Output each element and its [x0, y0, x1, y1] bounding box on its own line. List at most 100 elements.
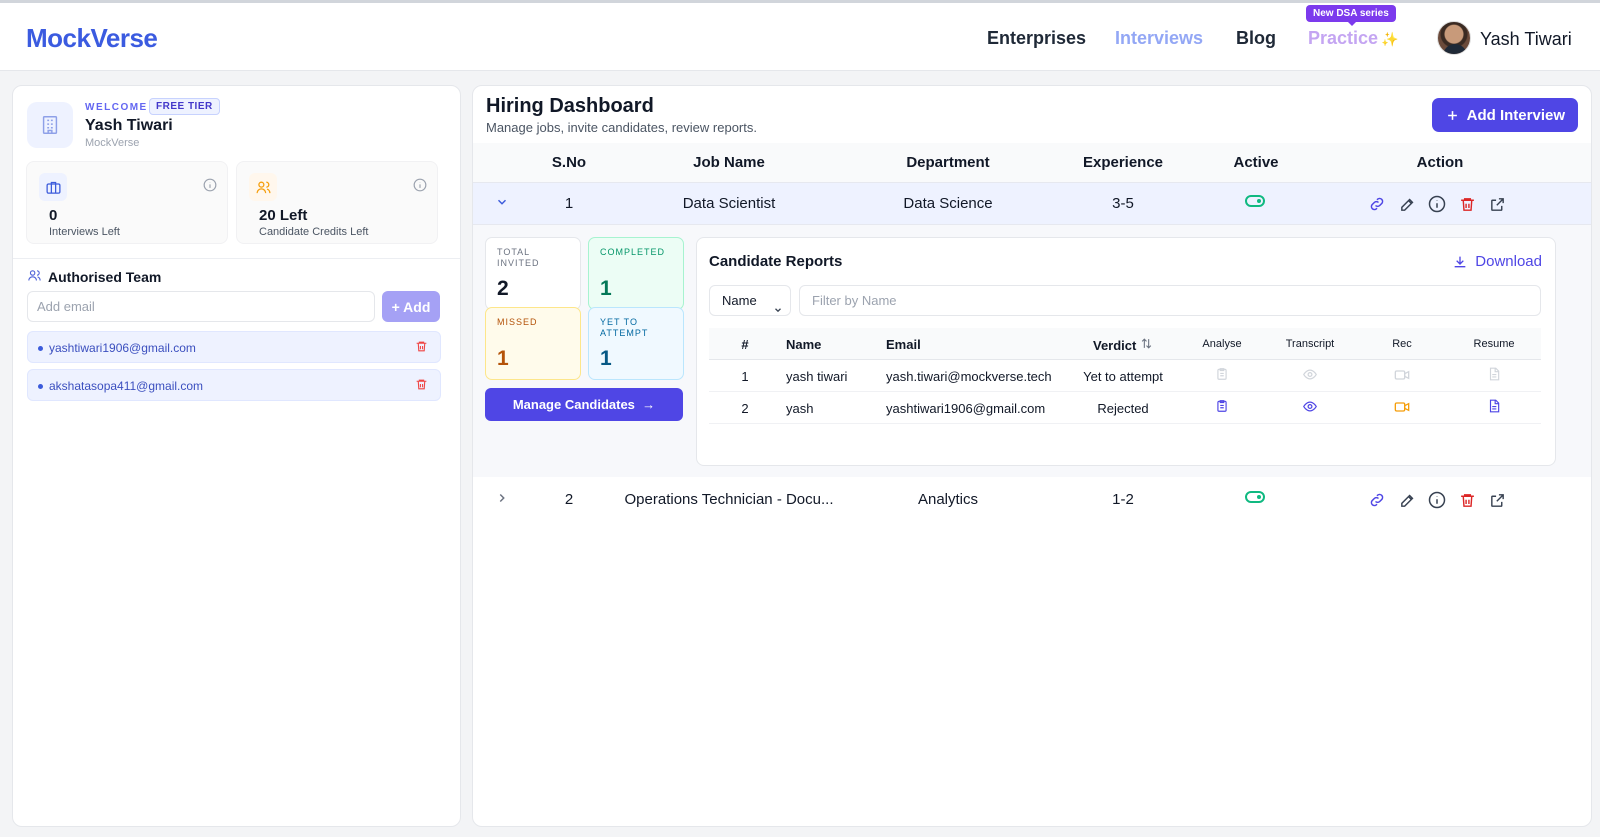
table-row: 1 yash tiwari yash.tiwari@mockverse.tech… — [709, 360, 1541, 392]
job-row[interactable]: 2 Operations Technician - Docu... Analyt… — [473, 479, 1591, 522]
add-member-button[interactable]: + Add — [382, 291, 440, 322]
analyse-icon[interactable] — [1215, 399, 1229, 418]
external-link-icon[interactable] — [1487, 194, 1507, 214]
video-icon — [1394, 367, 1410, 388]
job-actions — [1367, 490, 1507, 510]
new-dsa-series-badge: New DSA series — [1306, 5, 1396, 26]
candidate-credits-card: 20 Left Candidate Credits Left — [236, 161, 438, 244]
authorised-team-heading: Authorised Team — [27, 268, 161, 286]
info-icon[interactable] — [413, 178, 427, 197]
nav-interviews[interactable]: Interviews — [1115, 28, 1203, 49]
candidate-email: yash.tiwari@mockverse.tech — [886, 369, 1052, 384]
download-button[interactable]: Download — [1452, 253, 1542, 270]
resume-icon[interactable] — [1487, 399, 1501, 418]
stat-label: COMPLETED — [600, 247, 666, 257]
verdict-header-label: Verdict — [1093, 338, 1137, 353]
transcript-eye-icon[interactable] — [1303, 399, 1318, 419]
page-subtitle: Manage jobs, invite candidates, review r… — [486, 120, 757, 135]
transcript-eye-icon — [1303, 367, 1318, 387]
avatar[interactable] — [1437, 21, 1471, 55]
column-header: Analyse — [1202, 338, 1242, 350]
add-interview-button[interactable]: Add Interview — [1431, 98, 1578, 132]
job-name: Data Scientist — [682, 195, 776, 212]
edit-icon[interactable] — [1397, 490, 1417, 510]
account-org: MockVerse — [85, 137, 140, 149]
video-icon[interactable] — [1394, 399, 1410, 420]
tier-badge: FREE TIER — [149, 98, 220, 115]
candidate-reports-title: Candidate Reports — [709, 253, 843, 270]
filter-select-value: Name — [722, 293, 757, 308]
stat-label: YET TO ATTEMPT — [600, 317, 649, 338]
team-member-email: akshatasopa411@gmail.com — [49, 379, 204, 393]
filter-field-select[interactable]: Name — [709, 285, 791, 316]
filter-input[interactable] — [799, 285, 1541, 316]
team-member-item: yashtiwari1906@gmail.com — [27, 331, 441, 363]
job-sno: 1 — [564, 195, 574, 212]
sparkle-icon: ✨ — [1381, 31, 1399, 47]
member-dot — [38, 384, 43, 389]
stat-label: MISSED — [497, 317, 538, 327]
nav-blog[interactable]: Blog — [1236, 28, 1276, 49]
link-icon[interactable] — [1367, 194, 1387, 214]
job-actions — [1367, 194, 1507, 214]
yet-to-attempt-card: YET TO ATTEMPT 1 — [588, 307, 684, 380]
download-icon — [1454, 256, 1466, 267]
add-email-input[interactable] — [27, 291, 375, 322]
info-icon[interactable] — [1427, 194, 1447, 214]
column-header: Rec — [1392, 338, 1412, 350]
candidate-credits-label: Candidate Credits Left — [259, 226, 369, 238]
column-header: # — [741, 337, 749, 352]
stat-value: 1 — [600, 277, 612, 300]
edit-icon[interactable] — [1397, 194, 1417, 214]
job-department: Data Science — [903, 195, 993, 212]
sort-icon — [1140, 338, 1153, 353]
verdict-sort-header[interactable]: Verdict — [1093, 337, 1153, 353]
hiring-dashboard: Hiring Dashboard Manage jobs, invite can… — [472, 85, 1592, 827]
reports-table-header: # Name Email Verdict Analyse Transcript … — [709, 328, 1541, 360]
column-header: S.No — [551, 154, 587, 171]
column-header: Experience — [1082, 154, 1164, 171]
trash-icon[interactable] — [415, 340, 428, 358]
jobs-table-header: S.No Job Name Department Experience Acti… — [473, 143, 1591, 183]
chevron-down-icon — [773, 296, 783, 325]
table-row: 2 yash yashtiwari1906@gmail.com Rejected — [709, 392, 1541, 424]
candidate-email: yashtiwari1906@gmail.com — [886, 401, 1046, 416]
user-name[interactable]: Yash Tiwari — [1480, 29, 1572, 50]
active-toggle[interactable] — [1245, 491, 1265, 503]
account-name: Yash Tiwari — [85, 117, 173, 134]
briefcase-icon — [39, 173, 67, 201]
top-navbar: MockVerse Enterprises Interviews Blog Ne… — [0, 3, 1600, 71]
candidate-credits-value: 20 Left — [259, 207, 308, 224]
info-icon[interactable] — [1427, 490, 1447, 510]
delete-icon[interactable] — [1457, 194, 1477, 214]
stat-value: 1 — [497, 347, 509, 370]
external-link-icon[interactable] — [1487, 490, 1507, 510]
interviews-left-value: 0 — [49, 207, 58, 224]
team-member-email: yashtiwari1906@gmail.com — [49, 341, 196, 355]
nav-practice[interactable]: Practice ✨ — [1308, 28, 1399, 49]
job-name: Operations Technician - Docu... — [624, 491, 834, 508]
job-sno: 2 — [564, 491, 574, 508]
active-toggle[interactable] — [1245, 195, 1265, 207]
column-header: Resume — [1473, 338, 1515, 350]
stat-value: 1 — [600, 347, 612, 370]
job-details-panel: TOTAL INVITED 2 COMPLETED 1 MISSED 1 YET… — [473, 225, 1591, 477]
candidate-name: yash tiwari — [786, 369, 848, 384]
page-title: Hiring Dashboard — [486, 95, 654, 117]
job-row[interactable]: 1 Data Scientist Data Science 3-5 — [473, 182, 1591, 225]
candidate-name: yash — [786, 401, 814, 416]
interviews-left-label: Interviews Left — [49, 226, 120, 238]
logo[interactable]: MockVerse — [26, 23, 158, 54]
chevron-down-icon[interactable] — [495, 195, 509, 214]
manage-candidates-button[interactable]: Manage Candidates → — [485, 388, 683, 421]
nav-enterprises[interactable]: Enterprises — [987, 28, 1086, 49]
delete-icon[interactable] — [1457, 490, 1477, 510]
analyse-icon — [1215, 367, 1229, 386]
trash-icon[interactable] — [415, 378, 428, 396]
chevron-right-icon[interactable] — [495, 491, 509, 510]
info-icon[interactable] — [203, 178, 217, 197]
interviews-left-card: 0 Interviews Left — [26, 161, 228, 244]
completed-card: COMPLETED 1 — [588, 237, 684, 310]
row-index: 1 — [741, 369, 749, 384]
link-icon[interactable] — [1367, 490, 1387, 510]
